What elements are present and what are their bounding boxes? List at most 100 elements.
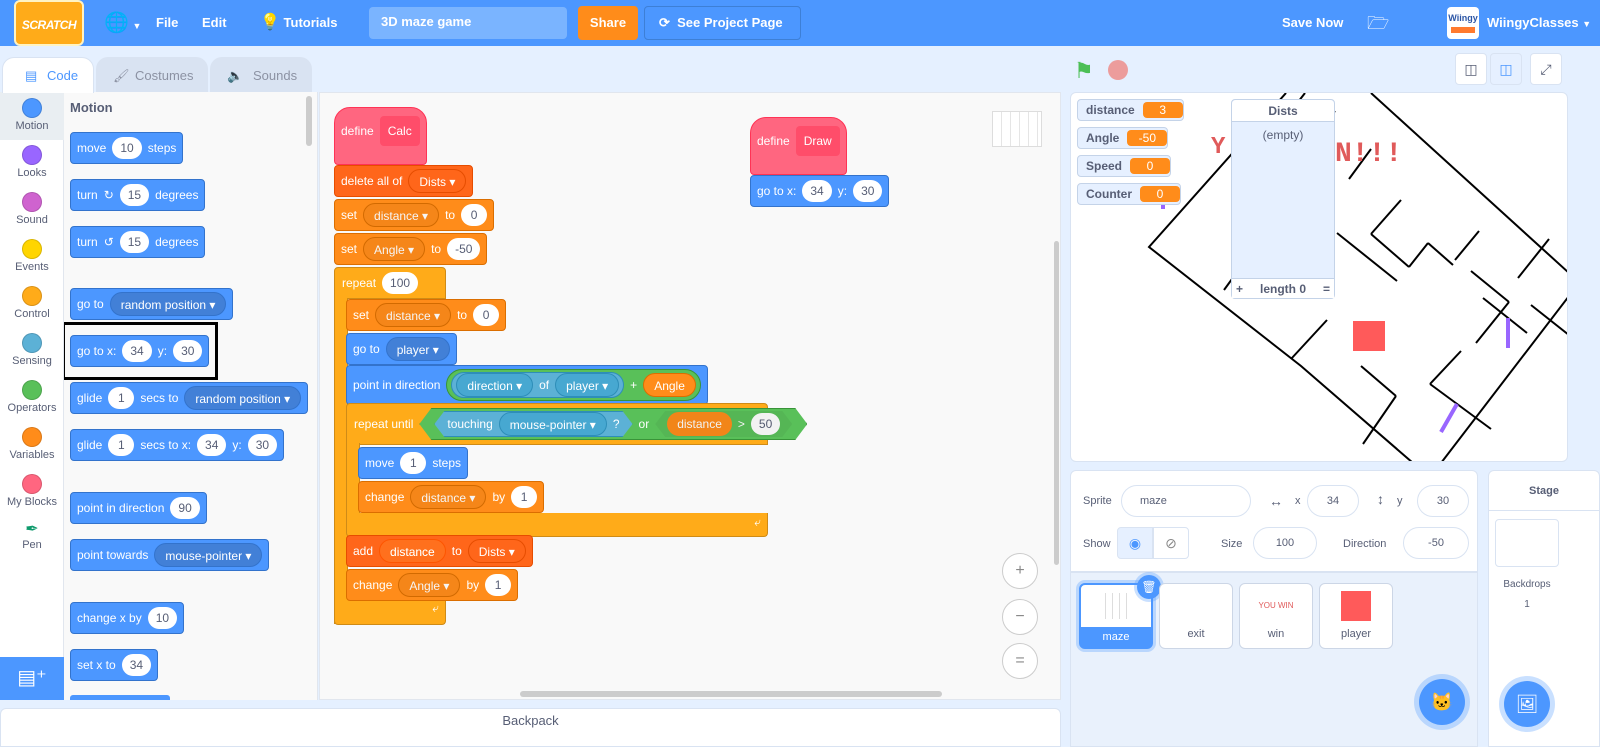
stop-icon[interactable] [1108, 60, 1128, 80]
language-menu[interactable]: 🌐 ▼ [104, 0, 141, 46]
operator-or[interactable]: touching mouse-pointer ▾? or distance >50 [419, 408, 807, 440]
zoom-out-button[interactable]: − [1002, 599, 1038, 635]
block-set-distance[interactable]: set distance ▾ to 0 [334, 199, 495, 231]
choose-backdrop-button[interactable]: 🖼 [1504, 681, 1550, 727]
tab-sounds[interactable]: 🔈 Sounds [210, 57, 312, 93]
block-input[interactable]: 1 [400, 452, 427, 474]
block-set-x[interactable]: set x to 34 [70, 649, 159, 681]
horizontal-scrollbar[interactable] [520, 691, 942, 697]
block-draw-go-to-xy[interactable]: go to x: 34 y: 30 [750, 175, 890, 207]
block-define-calc[interactable]: define Calc [334, 107, 427, 165]
sensing-touching[interactable]: touching mouse-pointer ▾? [434, 411, 632, 437]
green-flag-icon[interactable]: ⚑ [1074, 58, 1094, 84]
list-add-button[interactable]: + [1236, 279, 1243, 298]
palette-scrollbar[interactable] [306, 96, 312, 146]
block-input[interactable]: 10 [112, 137, 142, 159]
x-input[interactable]: 34 [1307, 485, 1359, 517]
block-input[interactable]: 0 [461, 204, 488, 226]
fullscreen-button[interactable]: ⤢ [1530, 53, 1562, 85]
block-change-angle[interactable]: change Angle ▾ by 1 [346, 569, 519, 601]
small-stage-button[interactable]: ◫ [1455, 53, 1487, 85]
block-go-to[interactable]: go to random position ▾ [70, 288, 234, 320]
block-turn-right[interactable]: turn ↻ 15 degrees [70, 179, 206, 211]
block-dropdown[interactable]: Dists ▾ [408, 169, 467, 193]
block-input[interactable]: 15 [119, 184, 150, 206]
block-input[interactable]: 1 [511, 486, 538, 508]
monitor-speed[interactable]: Speed 0 [1077, 155, 1172, 177]
block-go-to-player[interactable]: go to player ▾ [346, 333, 457, 365]
block-dropdown[interactable]: Dists ▾ [467, 539, 526, 563]
large-stage-button[interactable]: ◫ [1490, 53, 1522, 85]
list-resize-handle[interactable]: = [1323, 279, 1330, 298]
block-input[interactable]: 34 [802, 180, 832, 202]
block-dropdown[interactable]: mouse-pointer ▾ [499, 412, 607, 436]
choose-sprite-button[interactable]: 🐱 [1419, 679, 1465, 725]
category-sensing[interactable]: Sensing [0, 327, 64, 375]
block-change-x[interactable]: change x by 10 [70, 602, 185, 634]
block-input[interactable]: 15 [119, 231, 150, 253]
block-point-in-direction-expr[interactable]: point in direction direction ▾ of player ▾… [346, 365, 708, 405]
sprite-tile-maze[interactable]: maze 🗑 [1079, 575, 1161, 649]
block-set-angle[interactable]: set Angle ▾ to -50 [334, 233, 488, 265]
y-input[interactable]: 30 [1417, 485, 1469, 517]
block-dropdown[interactable]: player ▾ [555, 373, 620, 397]
block-glide-xy[interactable]: glide 1 secs to x: 34 y: 30 [70, 429, 285, 461]
block-point-in-direction[interactable]: point in direction 90 [70, 492, 207, 524]
block-input[interactable]: 34 [197, 434, 227, 456]
my-stuff-folder-icon[interactable]: 🗁 [1367, 0, 1389, 46]
block-dropdown[interactable]: mouse-pointer ▾ [154, 543, 263, 567]
block-dropdown[interactable]: distance ▾ [363, 203, 440, 227]
block-input[interactable]: 34 [121, 654, 152, 676]
block-move-1[interactable]: move 1 steps [358, 447, 469, 479]
category-pen[interactable]: ✒ Pen [0, 515, 64, 563]
see-project-page-button[interactable]: ⟳ See Project Page [644, 6, 801, 40]
direction-input[interactable]: -50 [1403, 527, 1469, 559]
stage-selector-panel[interactable]: Stage Backdrops 1 🖼 [1488, 470, 1600, 747]
monitor-angle[interactable]: Angle -50 [1077, 127, 1169, 149]
vertical-scrollbar[interactable] [1054, 241, 1059, 565]
block-dropdown[interactable]: distance ▾ [375, 303, 452, 327]
scratch-logo[interactable]: SCRATCH [14, 0, 84, 46]
script-workspace[interactable]: define Calc delete all of Dists ▾ set dista… [319, 92, 1061, 700]
block-dropdown[interactable]: Angle ▾ [363, 237, 426, 261]
block-go-to-xy[interactable]: go to x: 34 y: 30 [70, 335, 210, 367]
category-my-blocks[interactable]: My Blocks [0, 468, 64, 516]
stage-canvas[interactable]: Y N!!! distance 3 Angle -50 Speed 0 Counter… [1070, 92, 1568, 462]
block-input[interactable]: 30 [247, 434, 278, 456]
block-add-to-list[interactable]: add distance to Dists ▾ [346, 535, 533, 567]
sprite-tile-exit[interactable]: exit [1159, 583, 1233, 649]
block-dropdown[interactable]: random position ▾ [109, 292, 227, 316]
edit-menu[interactable]: Edit [202, 0, 227, 46]
category-control[interactable]: Control [0, 280, 64, 328]
block-set-distance-inner[interactable]: set distance ▾ to 0 [346, 299, 507, 331]
sensing-of[interactable]: direction ▾ of player ▾ [451, 372, 625, 398]
block-input[interactable]: 1 [108, 434, 135, 456]
block-input[interactable]: 30 [853, 180, 883, 202]
account-menu[interactable]: WiingyClasses ▼ [1487, 0, 1591, 46]
monitor-distance[interactable]: distance 3 [1077, 99, 1184, 121]
zoom-reset-button[interactable]: = [1002, 643, 1038, 679]
block-change-distance[interactable]: change distance ▾ by 1 [358, 481, 545, 513]
show-hidden-button[interactable]: ⊘ [1153, 527, 1189, 559]
category-variables[interactable]: Variables [0, 421, 64, 469]
block-input[interactable]: -50 [447, 238, 481, 260]
block-input[interactable]: 100 [382, 272, 419, 294]
category-motion[interactable]: Motion [0, 92, 64, 140]
show-visible-button[interactable]: ◉ [1117, 527, 1153, 559]
list-monitor-dists[interactable]: Dists (empty) + length 0 = [1231, 99, 1335, 299]
block-delete-all[interactable]: delete all of Dists ▾ [334, 165, 474, 197]
size-input[interactable]: 100 [1253, 527, 1317, 559]
tab-costumes[interactable]: 🖌 Costumes [96, 57, 208, 93]
zoom-in-button[interactable]: + [1002, 553, 1038, 589]
block-input[interactable]: 34 [122, 340, 152, 362]
sprite-name-input[interactable]: maze [1121, 485, 1251, 517]
tutorials-button[interactable]: 💡 Tutorials [260, 0, 337, 46]
tab-code[interactable]: ▤ Code [2, 57, 94, 93]
user-avatar[interactable]: Wiingy [1447, 7, 1479, 39]
block-glide-to[interactable]: glide 1 secs to random position ▾ [70, 382, 309, 414]
sprite-tile-win[interactable]: YOU WIN win [1239, 583, 1313, 649]
operator-add[interactable]: direction ▾ of player ▾ + Angle [446, 369, 701, 401]
file-menu[interactable]: File [156, 0, 178, 46]
block-input[interactable]: 0 [473, 304, 500, 326]
block-dropdown[interactable]: player ▾ [385, 337, 450, 361]
